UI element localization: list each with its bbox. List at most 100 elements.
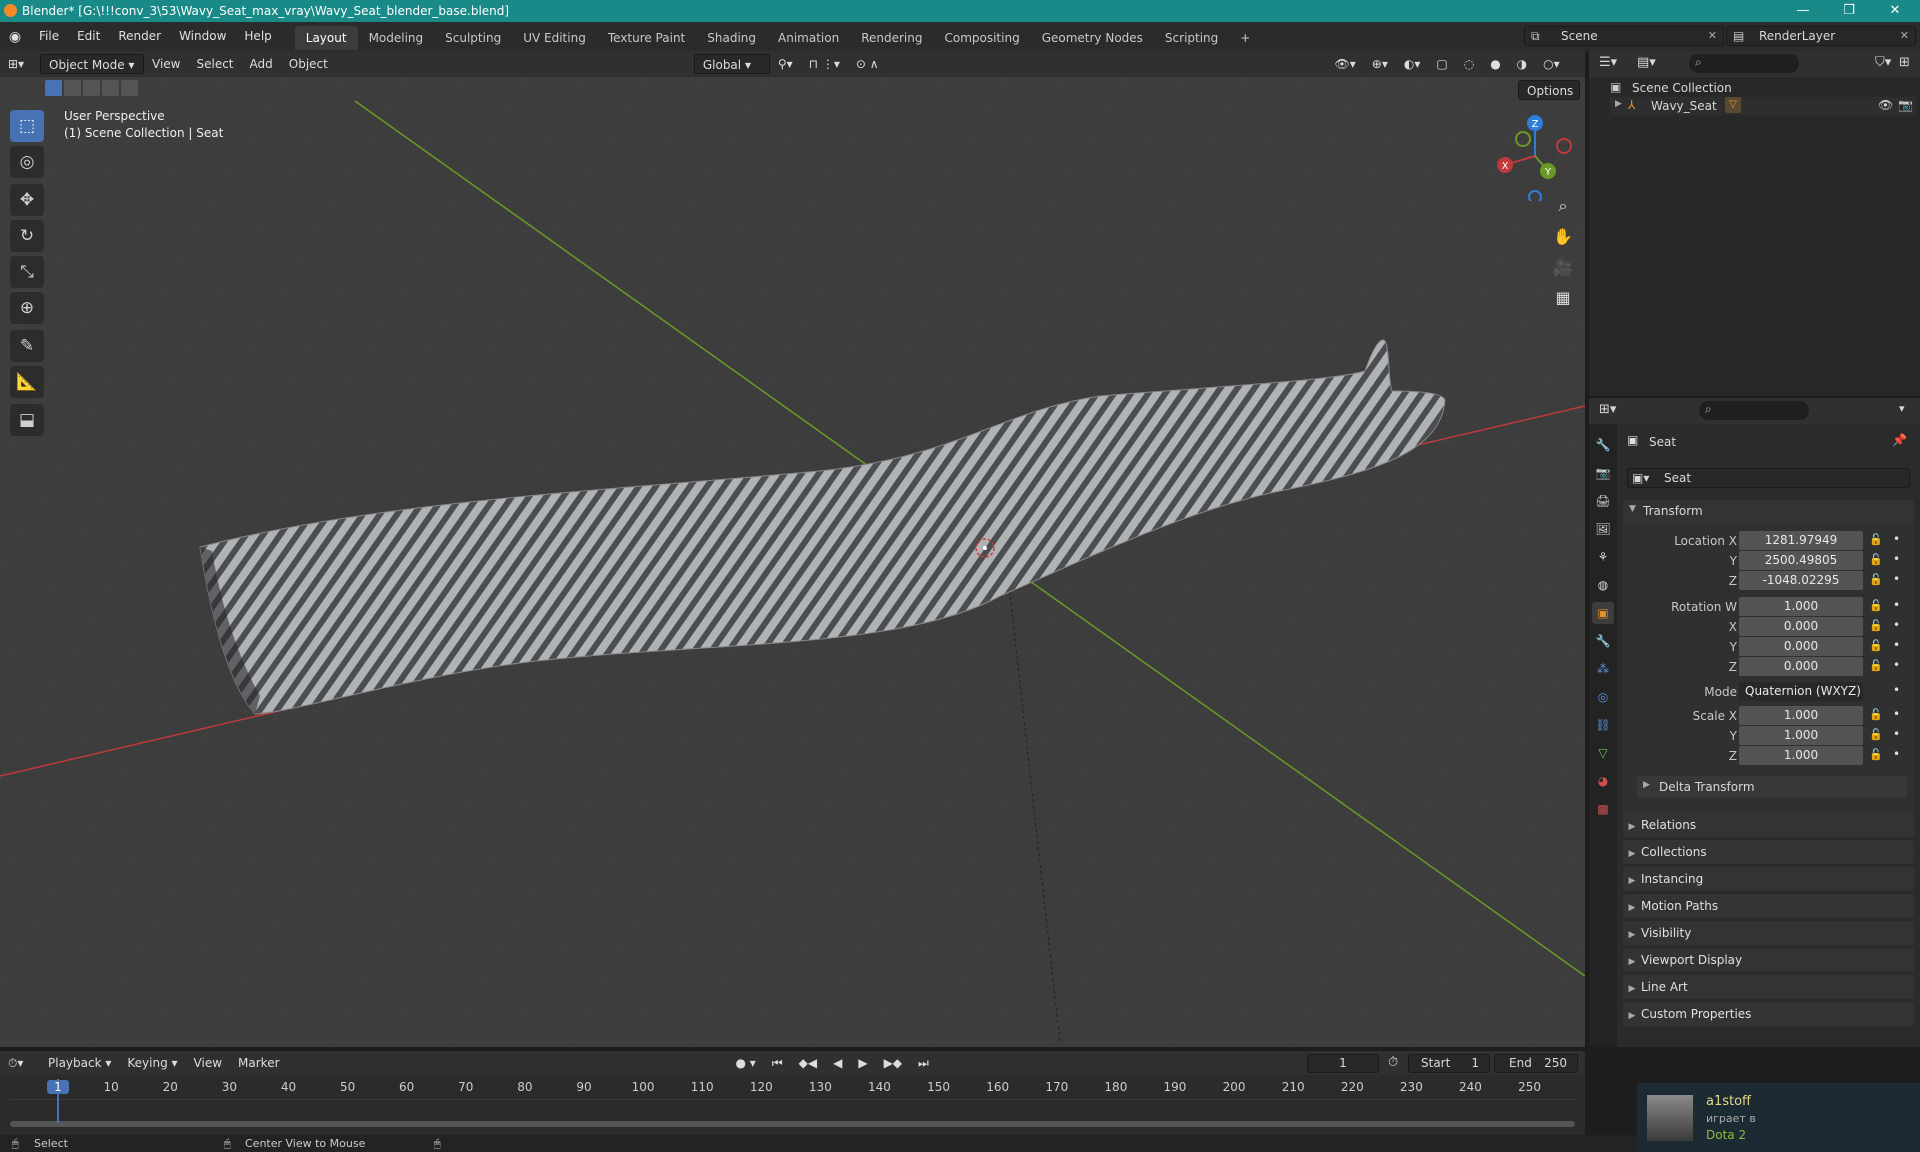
location-y-field[interactable]: 2500.49805 (1739, 551, 1863, 570)
pin-icon[interactable]: 📌 (1892, 433, 1907, 447)
keyframe-dot-icon[interactable]: • (1893, 638, 1900, 652)
menu-help[interactable]: Help (235, 22, 280, 51)
delta-transform-subpanel[interactable]: ▶ Delta Transform (1637, 776, 1907, 798)
steam-notification[interactable]: a1stoff играет в Dota 2 (1637, 1083, 1920, 1152)
menu-render[interactable]: Render (109, 22, 170, 51)
start-frame-field[interactable]: Start 1 (1408, 1054, 1490, 1073)
editor-type-icon[interactable]: ⏱▾ (0, 1053, 40, 1073)
timeline-menu-playback[interactable]: Playback ▾ (40, 1053, 119, 1073)
tab-uv-editing[interactable]: UV Editing (512, 26, 597, 50)
editor-type-icon[interactable]: ⊞▾ (0, 54, 40, 74)
lock-icon[interactable]: 🔓 (1869, 708, 1883, 721)
lock-icon[interactable]: 🔓 (1869, 553, 1883, 566)
tab-scripting[interactable]: Scripting (1154, 26, 1229, 50)
viewport-menu-object[interactable]: Object (281, 54, 336, 74)
lock-icon[interactable]: 🔓 (1869, 533, 1883, 546)
annotate-tool[interactable]: ✎ (10, 330, 44, 362)
add-workspace-button[interactable]: + (1229, 26, 1261, 50)
navigation-gizmo[interactable]: Z X Y (1490, 111, 1580, 201)
keyframe-dot-icon[interactable]: • (1893, 747, 1900, 761)
minimize-button[interactable]: — (1780, 0, 1826, 22)
menu-edit[interactable]: Edit (68, 22, 109, 51)
timeline-menu-view[interactable]: View (186, 1053, 230, 1073)
select-invert-icon[interactable] (102, 80, 119, 96)
snap-icon[interactable]: ⊓ ⋮▾ (801, 54, 848, 74)
relations-panel[interactable]: ▶ Relations (1623, 813, 1914, 837)
shading-wireframe-icon[interactable]: ◌ (1456, 54, 1482, 74)
rotation-z-field[interactable]: 0.000 (1739, 657, 1863, 676)
gizmo-toggle-icon[interactable]: ⊕▾ (1364, 54, 1396, 74)
outliner-search-input[interactable]: ⌕ (1689, 54, 1799, 73)
world-tab-icon[interactable]: ◍ (1592, 574, 1614, 596)
scene-tab-icon[interactable]: ⚘ (1592, 546, 1614, 568)
eye-icon[interactable]: 👁 (1878, 98, 1893, 112)
ortho-grid-icon[interactable]: ▦ (1550, 284, 1576, 310)
move-tool[interactable]: ✥ (10, 184, 44, 216)
custom-properties-panel[interactable]: ▶ Custom Properties (1623, 1002, 1914, 1026)
viewport-display-panel[interactable]: ▶ Viewport Display (1623, 948, 1914, 972)
scale-x-field[interactable]: 1.000 (1739, 706, 1863, 725)
menu-file[interactable]: File (30, 22, 68, 51)
tab-shading[interactable]: Shading (696, 26, 767, 50)
timeline-menu-marker[interactable]: Marker (230, 1053, 287, 1073)
proportional-edit-icon[interactable]: ⊙ ∧ (848, 54, 887, 74)
keyframe-dot-icon[interactable]: • (1893, 707, 1900, 721)
tab-animation[interactable]: Animation (767, 26, 850, 50)
jump-start-icon[interactable]: ⏮ (764, 1053, 791, 1073)
object-tab-icon[interactable]: ▣ (1592, 602, 1614, 624)
transform-tool[interactable]: ⊕ (10, 292, 44, 324)
outliner-row-wavy-seat[interactable]: ▶ ⅄ Wavy_Seat ▽ 👁 📷 (1610, 97, 1916, 115)
editor-type-icon[interactable]: ☰▾ (1599, 55, 1617, 70)
new-collection-icon[interactable]: ⊞ (1899, 55, 1910, 70)
mode-selector[interactable]: Object Mode ▾ (40, 54, 144, 74)
viewport-menu-select[interactable]: Select (188, 54, 241, 74)
shading-material-icon[interactable]: ◑ (1509, 54, 1535, 74)
measure-tool[interactable]: 📐 (10, 366, 44, 398)
location-z-field[interactable]: -1048.02295 (1739, 571, 1863, 590)
outliner-scene-collection[interactable]: ▣ Scene Collection (1610, 79, 1910, 97)
maximize-button[interactable]: ❐ (1826, 0, 1872, 22)
lock-icon[interactable]: 🔓 (1869, 659, 1883, 672)
play-reverse-icon[interactable]: ◀ (825, 1053, 850, 1073)
particles-tab-icon[interactable]: ⁂ (1592, 658, 1614, 680)
close-icon[interactable]: ✕ (1900, 29, 1909, 42)
instancing-panel[interactable]: ▶ Instancing (1623, 867, 1914, 891)
zoom-icon[interactable]: ⌕ (1550, 193, 1576, 219)
location-x-field[interactable]: 1281.97949 (1739, 531, 1863, 550)
object-datablock-field[interactable]: ▣▾ Seat (1627, 468, 1910, 488)
blender-menu-icon[interactable]: ◉ (0, 29, 30, 45)
tool-tab-icon[interactable]: 🔧 (1592, 434, 1614, 456)
shading-rendered-icon[interactable]: ○▾ (1535, 54, 1568, 74)
editor-type-icon[interactable]: ⊞▾ (1599, 402, 1616, 417)
timeline-scrollbar[interactable] (10, 1121, 1575, 1127)
texture-tab-icon[interactable]: ▩ (1592, 798, 1614, 820)
keyframe-dot-icon[interactable]: • (1893, 532, 1900, 546)
select-new-icon[interactable] (45, 80, 62, 96)
rotation-mode-selector[interactable]: Quaternion (WXYZ) ▾ (1739, 682, 1863, 717)
lock-icon[interactable]: 🔓 (1869, 728, 1883, 741)
select-box-tool[interactable]: ⬚ (10, 110, 44, 142)
render-layer-selector[interactable]: ▤ RenderLayer ✕ (1726, 26, 1916, 46)
camera-render-icon[interactable]: 📷 (1898, 98, 1913, 112)
jump-keyframe-forward-icon[interactable]: ▶◆ (876, 1053, 910, 1073)
keyframe-dot-icon[interactable]: • (1893, 598, 1900, 612)
properties-search-input[interactable]: ⌕ (1699, 401, 1809, 420)
scale-z-field[interactable]: 1.000 (1739, 746, 1863, 765)
expand-arrow-icon[interactable]: ▶ (1615, 99, 1622, 109)
close-button[interactable]: ✕ (1872, 0, 1918, 22)
visibility-icon[interactable]: 👁▾ (1327, 54, 1364, 74)
xray-icon[interactable]: ▢ (1428, 54, 1455, 74)
tab-compositing[interactable]: Compositing (933, 26, 1030, 50)
chevron-down-icon[interactable]: ▾ (1899, 402, 1905, 415)
cursor-tool[interactable]: ◎ (10, 146, 44, 178)
add-cube-tool[interactable]: ⬓ (10, 404, 44, 436)
line-art-panel[interactable]: ▶ Line Art (1623, 975, 1914, 999)
display-mode-icon[interactable]: ▤▾ (1637, 55, 1656, 70)
shading-solid-icon[interactable]: ● (1482, 54, 1508, 74)
rotation-x-field[interactable]: 0.000 (1739, 617, 1863, 636)
visibility-panel[interactable]: ▶ Visibility (1623, 921, 1914, 945)
menu-window[interactable]: Window (170, 22, 235, 51)
transform-panel-header[interactable]: ▼ Transform (1623, 500, 1914, 522)
lock-icon[interactable]: 🔓 (1869, 748, 1883, 761)
collections-panel[interactable]: ▶ Collections (1623, 840, 1914, 864)
